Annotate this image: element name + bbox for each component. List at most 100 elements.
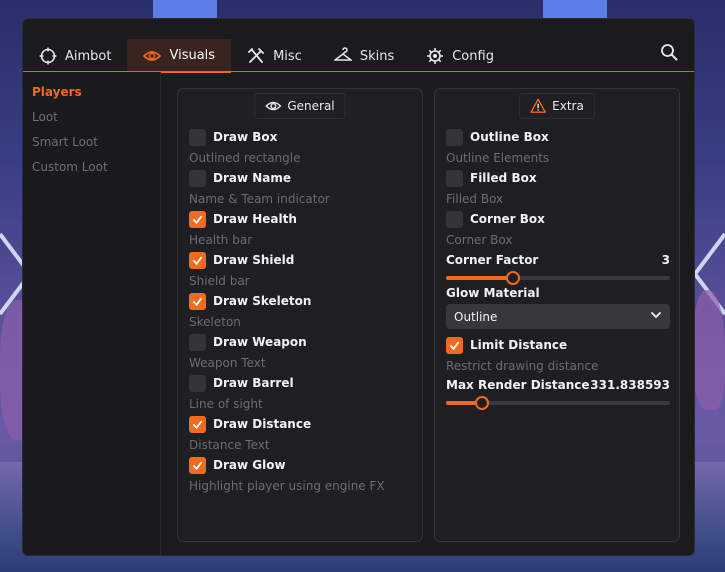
warning-icon — [530, 98, 546, 114]
extra-option: Outline Box Outline Elements — [446, 128, 549, 165]
sidebar-item-loot[interactable]: Loot — [32, 110, 58, 124]
eye-icon — [265, 98, 282, 114]
checkbox[interactable] — [189, 374, 206, 392]
slider-label: Max Render Distance — [446, 378, 590, 392]
sidebar: Players Loot Smart Loot Custom Loot — [23, 72, 161, 555]
search-button[interactable] — [654, 39, 684, 69]
cheat-menu-window: Aimbot Visuals Misc Skins Config Players… — [22, 18, 695, 556]
option-label: Draw Glow — [213, 458, 286, 472]
option-description: Outlined rectangle — [189, 151, 301, 165]
option-label: Limit Distance — [470, 338, 568, 352]
limit-distance-option: Limit Distance Restrict drawing distance — [446, 336, 598, 373]
sidebar-item-players[interactable]: Players — [32, 85, 82, 99]
slider-fill — [446, 276, 513, 280]
option-toggle[interactable]: Draw Skeleton — [189, 292, 311, 310]
option-toggle[interactable]: Draw Weapon — [189, 333, 307, 351]
option-label: Draw Weapon — [213, 335, 307, 349]
slider-thumb[interactable] — [506, 271, 520, 285]
sidebar-item-smart-loot[interactable]: Smart Loot — [32, 135, 98, 149]
eye-icon — [143, 47, 162, 65]
general-option: Draw Weapon Weapon Text — [189, 333, 307, 370]
checkbox[interactable] — [189, 210, 206, 228]
option-description: Highlight player using engine FX — [189, 479, 385, 493]
extra-panel-header: Extra — [519, 93, 595, 119]
tab-aimbot[interactable]: Aimbot — [23, 39, 127, 73]
option-toggle[interactable]: Draw Name — [189, 169, 330, 187]
slider-value: 3 — [661, 253, 670, 267]
option-label: Draw Barrel — [213, 376, 294, 390]
checkbox[interactable] — [446, 128, 463, 146]
option-label: Draw Skeleton — [213, 294, 312, 308]
extra-panel: Extra Outline Box Outline Elements Filled … — [434, 88, 680, 542]
option-label: Draw Distance — [213, 417, 312, 431]
max-render-distance-slider: Max Render Distance 331.838593 — [446, 378, 670, 410]
tab-config[interactable]: Config — [410, 39, 510, 73]
search-icon — [660, 43, 678, 65]
background-light — [543, 0, 607, 20]
hanger-icon — [333, 47, 352, 65]
slider-thumb[interactable] — [475, 396, 489, 410]
general-option: Draw Health Health bar — [189, 210, 297, 247]
option-toggle[interactable]: Draw Health — [189, 210, 297, 228]
option-description: Filled Box — [446, 192, 504, 206]
gear-icon — [426, 47, 444, 65]
option-toggle[interactable]: Draw Glow — [189, 456, 385, 474]
crosshair-icon — [39, 47, 57, 65]
option-description: Line of sight — [189, 397, 263, 411]
general-option: Draw Barrel Line of sight — [189, 374, 294, 411]
general-option: Draw Shield Shield bar — [189, 251, 294, 288]
option-label: Corner Box — [470, 212, 545, 226]
tab-bar: Aimbot Visuals Misc Skins Config — [23, 39, 510, 73]
slider-value: 331.838593 — [590, 378, 670, 392]
option-toggle[interactable]: Draw Box — [189, 128, 301, 146]
option-description: Corner Box — [446, 233, 513, 247]
option-description: Outline Elements — [446, 151, 550, 165]
option-toggle[interactable]: Draw Barrel — [189, 374, 294, 392]
tab-label: Visuals — [169, 48, 216, 63]
option-label: Draw Name — [213, 171, 292, 185]
background-light — [153, 0, 217, 20]
glow-material-dropdown[interactable]: Outline — [446, 304, 670, 329]
option-toggle[interactable]: Draw Shield — [189, 251, 294, 269]
general-option: Draw Box Outlined rectangle — [189, 128, 301, 165]
tab-visuals[interactable]: Visuals — [127, 39, 232, 73]
slider-label: Corner Factor — [446, 253, 539, 267]
option-toggle[interactable]: Draw Distance — [189, 415, 311, 433]
checkbox[interactable] — [446, 336, 463, 354]
option-toggle[interactable]: Corner Box — [446, 210, 545, 228]
checkbox[interactable] — [189, 169, 206, 187]
background-rock — [693, 290, 725, 410]
slider-track[interactable] — [446, 396, 670, 410]
slider-track[interactable] — [446, 271, 670, 285]
option-label: Draw Box — [213, 130, 278, 144]
tab-label: Config — [452, 48, 494, 64]
checkbox[interactable] — [189, 292, 206, 310]
option-description: Shield bar — [189, 274, 250, 288]
tab-misc[interactable]: Misc — [231, 39, 318, 73]
option-toggle[interactable]: Filled Box — [446, 169, 537, 187]
chevron-down-icon — [650, 309, 662, 324]
tools-icon — [247, 47, 265, 65]
sidebar-item-custom-loot[interactable]: Custom Loot — [32, 160, 108, 174]
checkbox[interactable] — [189, 456, 206, 474]
general-option: Draw Skeleton Skeleton — [189, 292, 311, 329]
checkbox[interactable] — [446, 169, 463, 187]
checkbox[interactable] — [189, 128, 206, 146]
tab-skins[interactable]: Skins — [318, 39, 410, 73]
checkbox[interactable] — [189, 251, 206, 269]
option-toggle[interactable]: Outline Box — [446, 128, 549, 146]
checkbox[interactable] — [189, 333, 206, 351]
tab-label: Aimbot — [65, 48, 112, 64]
option-description: Skeleton — [189, 315, 241, 329]
general-option: Draw Distance Distance Text — [189, 415, 311, 452]
panel-title: Extra — [552, 99, 584, 113]
tab-label: Skins — [359, 48, 395, 64]
glow-material-label: Glow Material — [446, 286, 540, 300]
checkbox[interactable] — [446, 210, 463, 228]
corner-factor-slider: Corner Factor 3 — [446, 253, 670, 285]
option-description: Distance Text — [189, 438, 270, 452]
limit-distance-toggle[interactable]: Limit Distance — [446, 336, 598, 354]
checkbox[interactable] — [189, 415, 206, 433]
panel-title: General — [287, 99, 335, 113]
option-description: Name & Team indicator — [189, 192, 330, 206]
